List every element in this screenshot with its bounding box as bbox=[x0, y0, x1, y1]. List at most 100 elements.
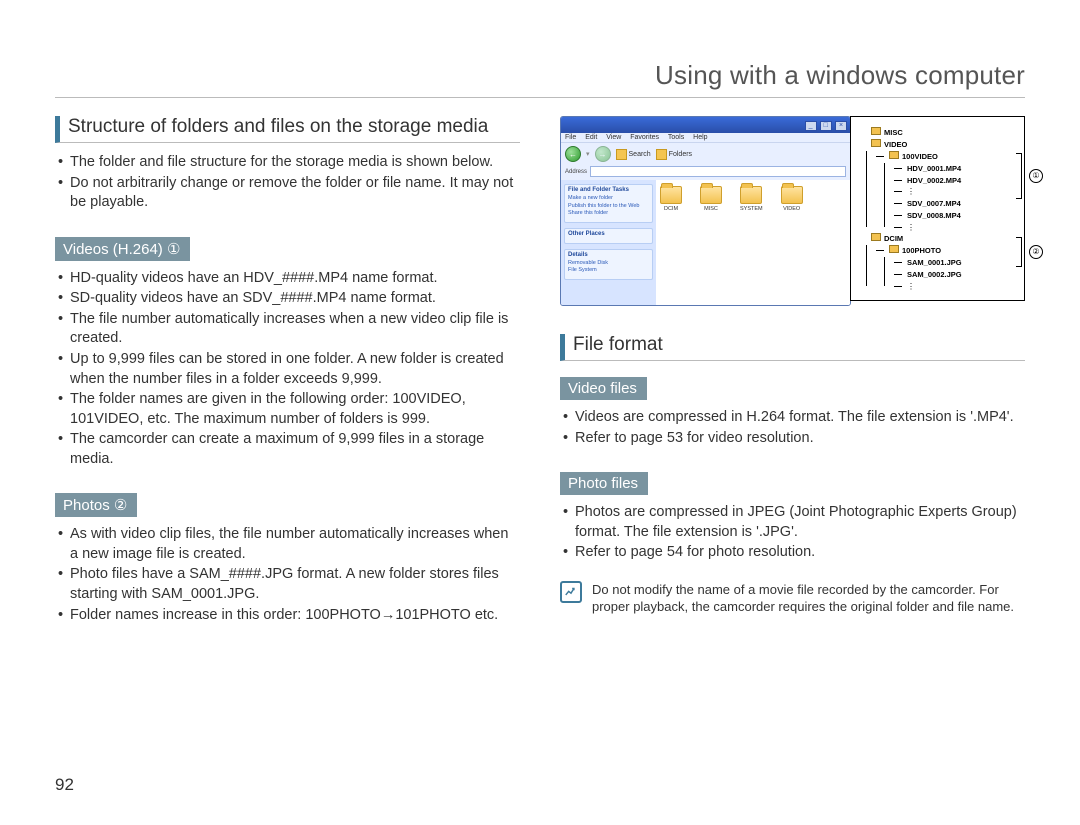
tree-file: SAM_0001.JPG bbox=[907, 258, 962, 267]
page-title: Using with a windows computer bbox=[55, 60, 1025, 98]
folder-label: MISC bbox=[704, 206, 718, 212]
right-column: ​ _ □ × File Edit View Favorites Tools H… bbox=[560, 116, 1025, 643]
folder-tree-diagram: MISC VIDEO 100VIDEO HDV_0001.MP4 HDV_000… bbox=[850, 116, 1025, 301]
task-link: Publish this folder to the Web bbox=[568, 203, 649, 210]
heading-file-format: File format bbox=[560, 334, 1025, 361]
window-controls: _ □ × bbox=[804, 120, 847, 131]
folder-label: VIDEO bbox=[783, 206, 800, 212]
list-structure-intro: The folder and file structure for the st… bbox=[55, 153, 520, 213]
menu-item: View bbox=[606, 134, 621, 141]
task-text: Removable Disk bbox=[568, 260, 649, 267]
explorer-addressbar: Address bbox=[561, 165, 850, 180]
tree-node: 100PHOTO bbox=[902, 246, 941, 255]
list-photo-files: Photos are compressed in JPEG (Joint Pho… bbox=[560, 503, 1025, 563]
tree-file: HDV_0002.MP4 bbox=[907, 176, 961, 185]
menu-item: Favorites bbox=[630, 134, 659, 141]
folder-icon bbox=[700, 186, 722, 204]
list-item: The file number automatically increases … bbox=[56, 310, 520, 349]
menu-item: Edit bbox=[585, 134, 597, 141]
task-group: Details Removable Disk File System bbox=[564, 249, 653, 280]
list-item: Do not arbitrarily change or remove the … bbox=[56, 174, 520, 213]
list-item: Folder names increase in this order: 100… bbox=[56, 606, 520, 626]
forward-icon: → bbox=[595, 146, 611, 162]
callout-bracket: ② bbox=[1016, 237, 1022, 267]
list-item: Refer to page 53 for video resolution. bbox=[561, 429, 1025, 449]
menu-item: Help bbox=[693, 134, 707, 141]
list-item: The camcorder can create a maximum of 9,… bbox=[56, 430, 520, 469]
ellipsis-icon: ⋮ bbox=[899, 281, 992, 293]
ellipsis-icon: ⋮ bbox=[899, 222, 992, 234]
ellipsis-icon: ⋮ bbox=[899, 186, 992, 198]
task-group-title: Other Places bbox=[568, 231, 649, 237]
tree-file: HDV_0001.MP4 bbox=[907, 164, 961, 173]
list-photos: As with video clip files, the file numbe… bbox=[55, 525, 520, 625]
subheading-videos: Videos (H.264) ① bbox=[55, 237, 190, 261]
list-item: Photos are compressed in JPEG (Joint Pho… bbox=[561, 503, 1025, 542]
close-icon: × bbox=[835, 121, 847, 131]
folder-label: DCIM bbox=[664, 206, 678, 212]
explorer-menubar: File Edit View Favorites Tools Help bbox=[561, 133, 850, 142]
folder-icon bbox=[871, 233, 881, 241]
list-item: SD-quality videos have an SDV_####.MP4 n… bbox=[56, 289, 520, 309]
note-text: Do not modify the name of a movie file r… bbox=[592, 581, 1025, 616]
tree-file: SDV_0008.MP4 bbox=[907, 211, 961, 220]
subheading-photo-files: Photo files bbox=[560, 472, 648, 495]
subheading-video-files: Video files bbox=[560, 377, 647, 400]
tree-file: SDV_0007.MP4 bbox=[907, 199, 961, 208]
callout-marker: ① bbox=[1029, 169, 1043, 183]
figure-folder-structure: ​ _ □ × File Edit View Favorites Tools H… bbox=[560, 116, 1025, 306]
minimize-icon: _ bbox=[805, 121, 817, 131]
task-link: Make a new folder bbox=[568, 195, 649, 202]
list-item: Up to 9,999 files can be stored in one f… bbox=[56, 350, 520, 389]
heading-structure: Structure of folders and files on the st… bbox=[55, 116, 520, 143]
callout-marker: ② bbox=[1029, 245, 1043, 259]
task-group-title: File and Folder Tasks bbox=[568, 187, 649, 193]
menu-item: Tools bbox=[668, 134, 684, 141]
task-text: File System bbox=[568, 267, 649, 274]
note-box: Do not modify the name of a movie file r… bbox=[560, 581, 1025, 616]
address-field bbox=[590, 166, 846, 177]
explorer-titlebar: ​ _ □ × bbox=[561, 117, 850, 133]
tree-node: MISC bbox=[884, 128, 903, 137]
list-item: The folder names are given in the follow… bbox=[56, 390, 520, 429]
list-item: As with video clip files, the file numbe… bbox=[56, 525, 520, 564]
content-columns: Structure of folders and files on the st… bbox=[55, 116, 1025, 643]
explorer-file-list: DCIM MISC SYSTEM VIDEO bbox=[656, 180, 850, 305]
folder-item: SYSTEM bbox=[740, 186, 763, 299]
folder-icon bbox=[889, 245, 899, 253]
task-link: Share this folder bbox=[568, 210, 649, 217]
folder-item: VIDEO bbox=[781, 186, 803, 299]
left-column: Structure of folders and files on the st… bbox=[55, 116, 520, 643]
folder-icon bbox=[660, 186, 682, 204]
folder-icon bbox=[740, 186, 762, 204]
subheading-photos: Photos ② bbox=[55, 493, 137, 517]
menu-item: File bbox=[565, 134, 576, 141]
task-group: File and Folder Tasks Make a new folder … bbox=[564, 184, 653, 223]
tree-node: VIDEO bbox=[884, 140, 907, 149]
folder-icon bbox=[781, 186, 803, 204]
list-item: Videos are compressed in H.264 format. T… bbox=[561, 408, 1025, 428]
note-icon bbox=[560, 581, 582, 603]
task-group-title: Details bbox=[568, 252, 649, 258]
tree-node: DCIM bbox=[884, 234, 903, 243]
task-group: Other Places bbox=[564, 228, 653, 244]
folder-label: SYSTEM bbox=[740, 206, 763, 212]
tree-node: 100VIDEO bbox=[902, 152, 938, 161]
explorer-window: ​ _ □ × File Edit View Favorites Tools H… bbox=[560, 116, 851, 306]
list-item: HD-quality videos have an HDV_####.MP4 n… bbox=[56, 269, 520, 289]
folders-button: Folders bbox=[656, 149, 692, 160]
explorer-toolbar: ← ▾ → Search Folders bbox=[561, 142, 850, 165]
callout-bracket: ① bbox=[1016, 153, 1022, 199]
maximize-icon: □ bbox=[820, 121, 832, 131]
list-item: Photo files have a SAM_####.JPG format. … bbox=[56, 565, 520, 604]
folder-icon bbox=[871, 127, 881, 135]
search-button: Search bbox=[616, 149, 651, 160]
explorer-task-panel: File and Folder Tasks Make a new folder … bbox=[561, 180, 656, 305]
list-videos: HD-quality videos have an HDV_####.MP4 n… bbox=[55, 269, 520, 470]
tree-file: SAM_0002.JPG bbox=[907, 270, 962, 279]
page-number: 92 bbox=[55, 775, 74, 795]
folder-icon bbox=[889, 151, 899, 159]
back-icon: ← bbox=[565, 146, 581, 162]
folder-icon bbox=[871, 139, 881, 147]
folder-item: MISC bbox=[700, 186, 722, 299]
